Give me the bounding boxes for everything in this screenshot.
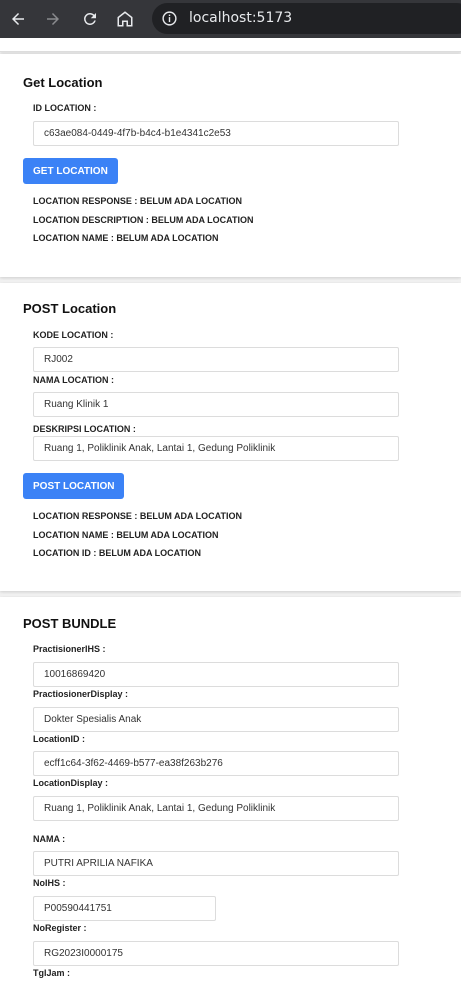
noregister-label: NoRegister : <box>33 923 87 933</box>
url-text: localhost:5173 <box>189 10 293 26</box>
post-location-title: POST Location <box>23 301 117 316</box>
info-icon[interactable] <box>161 10 178 27</box>
location-display-input[interactable] <box>33 796 399 821</box>
deskripsi-location-input[interactable] <box>33 436 399 461</box>
practitioner-display-input[interactable] <box>33 707 399 732</box>
get-location-card: Get Location ID LOCATION : GET LOCATION … <box>0 54 461 277</box>
practitioner-ihs-input[interactable] <box>33 662 399 687</box>
browser-toolbar: localhost:5173 <box>0 0 461 38</box>
nama-label: NAMA : <box>33 834 66 844</box>
address-bar[interactable]: localhost:5173 <box>152 3 461 34</box>
location-description-text: LOCATION DESCRIPTION : BELUM ADA LOCATIO… <box>33 215 254 225</box>
post-location-card: POST Location KODE LOCATION : NAMA LOCAT… <box>0 283 461 591</box>
home-icon[interactable] <box>112 6 138 32</box>
noihs-input[interactable] <box>33 896 216 921</box>
back-icon[interactable] <box>5 6 31 32</box>
location-display-label: LocationDisplay : <box>33 778 109 788</box>
post-location-id-text: LOCATION ID : BELUM ADA LOCATION <box>33 548 201 558</box>
practitioner-display-label: PractiosionerDisplay : <box>33 689 129 699</box>
post-location-name-text: LOCATION NAME : BELUM ADA LOCATION <box>33 530 219 540</box>
nama-input[interactable] <box>33 851 399 876</box>
nama-location-label: NAMA LOCATION : <box>33 375 114 385</box>
post-location-button[interactable]: POST LOCATION <box>23 473 125 499</box>
page-top-strip <box>0 38 461 52</box>
post-bundle-card: POST BUNDLE PractisionerIHS : Practiosio… <box>0 597 461 983</box>
deskripsi-location-label: DESKRIPSI LOCATION : <box>33 424 136 434</box>
post-location-response-text: LOCATION RESPONSE : BELUM ADA LOCATION <box>33 511 242 521</box>
forward-icon[interactable] <box>40 6 66 32</box>
nama-location-input[interactable] <box>33 392 399 417</box>
location-response-text: LOCATION RESPONSE : BELUM ADA LOCATION <box>33 196 242 206</box>
id-location-label: ID LOCATION : <box>33 103 97 113</box>
get-location-button[interactable]: GET LOCATION <box>23 158 118 184</box>
id-location-input[interactable] <box>33 121 399 146</box>
get-location-title: Get Location <box>23 75 103 90</box>
location-id-input[interactable] <box>33 751 399 776</box>
noregister-input[interactable] <box>33 941 399 966</box>
kode-location-label: KODE LOCATION : <box>33 330 114 340</box>
noihs-label: NoIHS : <box>33 878 66 888</box>
location-id-label: LocationID : <box>33 734 85 744</box>
location-name-text: LOCATION NAME : BELUM ADA LOCATION <box>33 233 219 243</box>
reload-icon[interactable] <box>77 6 103 32</box>
tgljam-label: TglJam : <box>33 968 71 978</box>
post-bundle-title: POST BUNDLE <box>23 616 117 631</box>
kode-location-input[interactable] <box>33 347 399 372</box>
practitioner-ihs-label: PractisionerIHS : <box>33 644 106 654</box>
